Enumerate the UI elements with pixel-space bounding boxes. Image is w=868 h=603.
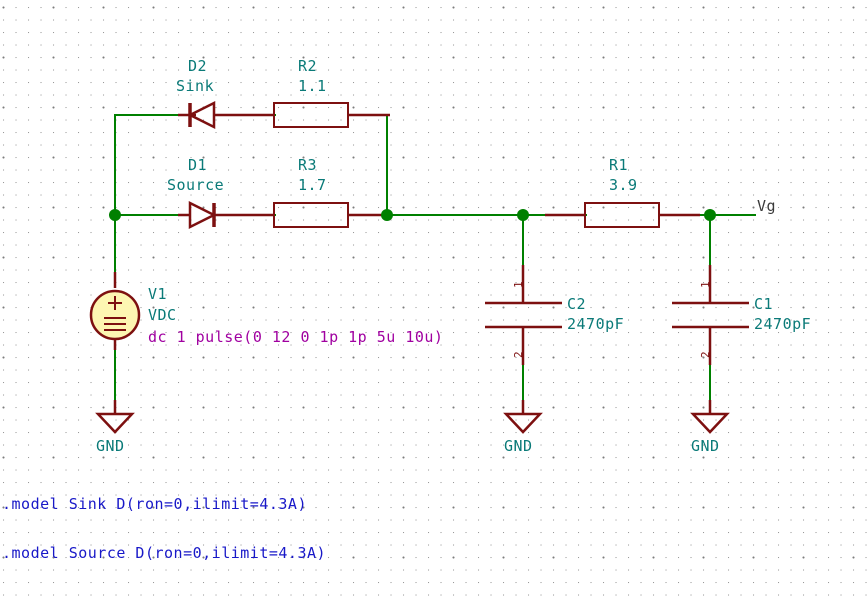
junction-node2	[381, 209, 393, 221]
gnd-c2-triangle	[503, 412, 543, 434]
c1-pin1-number: 1	[699, 281, 712, 288]
d2-reference-label[interactable]: D2	[188, 59, 207, 74]
gnd-v1-triangle	[95, 412, 135, 434]
ground-symbol-v1	[95, 400, 135, 434]
d1-triangle	[188, 200, 217, 230]
gnd-label-v1: GND	[96, 437, 125, 455]
schematic-canvas[interactable]: D2 Sink R2 1.1 D1 Source R3 1.7 R1 3.9 C…	[0, 0, 868, 603]
c2-pin2-number: 2	[512, 351, 525, 358]
v1-reference-label[interactable]: V1	[148, 287, 167, 302]
component-r2	[225, 102, 390, 128]
component-d1	[178, 200, 225, 230]
wire-layer	[114, 114, 756, 406]
component-v1	[89, 272, 141, 350]
c1-pin2-number: 2	[699, 351, 712, 358]
c2-value-label[interactable]: 2470pF	[567, 317, 624, 332]
r3-body	[273, 202, 349, 228]
r3-value-label[interactable]: 1.7	[298, 178, 327, 193]
junction-node1	[109, 209, 121, 221]
c1-reference-label[interactable]: C1	[754, 297, 773, 312]
v1-spice-directive[interactable]: dc 1 pulse(0 12 0 1p 1p 5u 10u)	[148, 330, 443, 345]
v1-value-label[interactable]: VDC	[148, 308, 177, 323]
r1-body	[584, 202, 660, 228]
d2-value-label[interactable]: Sink	[176, 79, 214, 94]
component-r1	[545, 202, 700, 228]
c1-value-label[interactable]: 2470pF	[754, 317, 811, 332]
ground-symbol-c1	[690, 400, 730, 434]
ground-symbol-c2	[503, 400, 543, 434]
r1-reference-label[interactable]: R1	[609, 158, 628, 173]
r2-body	[273, 102, 349, 128]
gnd-c1-triangle	[690, 412, 730, 434]
gnd-label-c1: GND	[691, 437, 720, 455]
junction-node4	[704, 209, 716, 221]
component-c1	[672, 265, 749, 365]
r1-value-label[interactable]: 3.9	[609, 178, 638, 193]
d1-reference-label[interactable]: D1	[188, 158, 207, 173]
model-directive-sink[interactable]: .model Sink D(ron=0,ilimit=4.3A)	[2, 497, 307, 512]
component-r3	[225, 202, 390, 228]
r2-reference-label[interactable]: R2	[298, 59, 317, 74]
r3-reference-label[interactable]: R3	[298, 158, 317, 173]
c2-reference-label[interactable]: C2	[567, 297, 586, 312]
junction-node3	[517, 209, 529, 221]
c2-pin1-number: 1	[512, 281, 525, 288]
gnd-label-c2: GND	[504, 437, 533, 455]
model-directive-source[interactable]: .model Source D(ron=0,ilimit=4.3A)	[2, 546, 326, 561]
d1-value-label[interactable]: Source	[167, 178, 224, 193]
component-c2	[485, 265, 562, 365]
r2-value-label[interactable]: 1.1	[298, 79, 327, 94]
net-label-vg[interactable]: Vg	[757, 199, 776, 214]
component-d2	[178, 100, 225, 130]
